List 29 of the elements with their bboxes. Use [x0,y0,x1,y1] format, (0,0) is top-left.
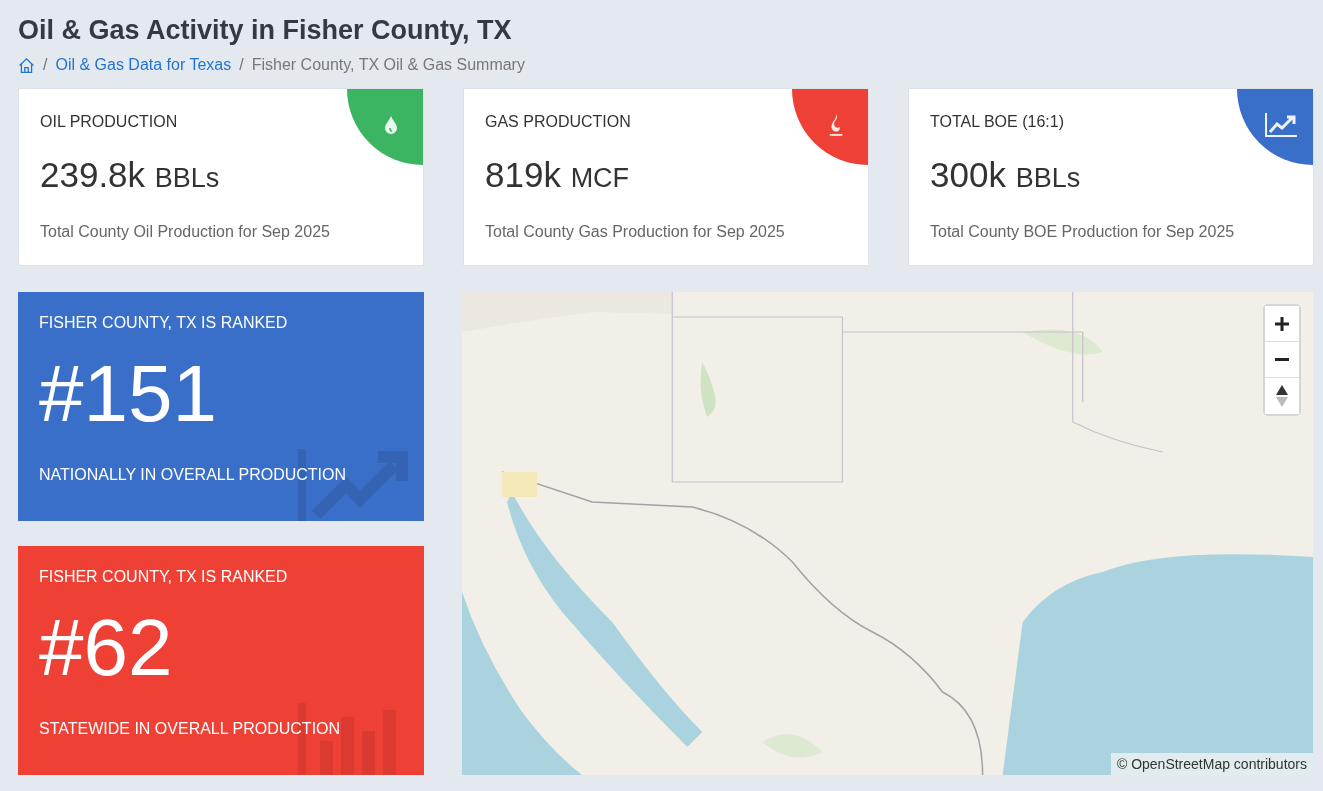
map-attribution: © OpenStreetMap contributors [1110,753,1313,775]
breadcrumb-link[interactable]: Oil & Gas Data for Texas [55,56,232,74]
breadcrumb-current: Fisher County, TX Oil & Gas Summary [251,56,525,74]
rank-number: #151 [39,348,218,440]
stat-value: 819k MCF [485,155,631,196]
rank-heading: FISHER COUNTY, TX IS RANKED [39,568,289,586]
droplet-icon [384,115,398,135]
rank-heading: FISHER COUNTY, TX IS RANKED [39,314,289,332]
stat-label: GAS PRODUCTION [485,113,631,131]
stat-value: 300k BBLs [930,155,1082,196]
compass-arrow-icon [1276,385,1288,407]
breadcrumb-separator: / [43,56,48,74]
breadcrumb-separator: / [239,56,244,74]
stat-label: TOTAL BOE (16:1) [930,113,1064,131]
stat-value: 239.8k BBLs [40,155,221,196]
page-title: Oil & Gas Activity in Fisher County, TX [18,14,513,47]
line-chart-icon [1264,112,1298,138]
rank-caption: STATEWIDE IN OVERALL PRODUCTION [39,720,342,738]
zoom-in-button[interactable] [1265,306,1299,342]
flame-icon [827,113,845,137]
home-icon[interactable] [18,56,35,74]
minus-icon [1275,357,1289,362]
stat-caption: Total County Gas Production for Sep 2025 [485,223,786,241]
rank-caption: NATIONALLY IN OVERALL PRODUCTION [39,466,348,484]
stat-caption: Total County Oil Production for Sep 2025 [40,223,331,241]
plus-icon [1275,316,1289,331]
stat-label: OIL PRODUCTION [40,113,178,131]
stat-caption: Total County BOE Production for Sep 2025 [930,223,1236,241]
rank-number: #62 [39,602,174,694]
